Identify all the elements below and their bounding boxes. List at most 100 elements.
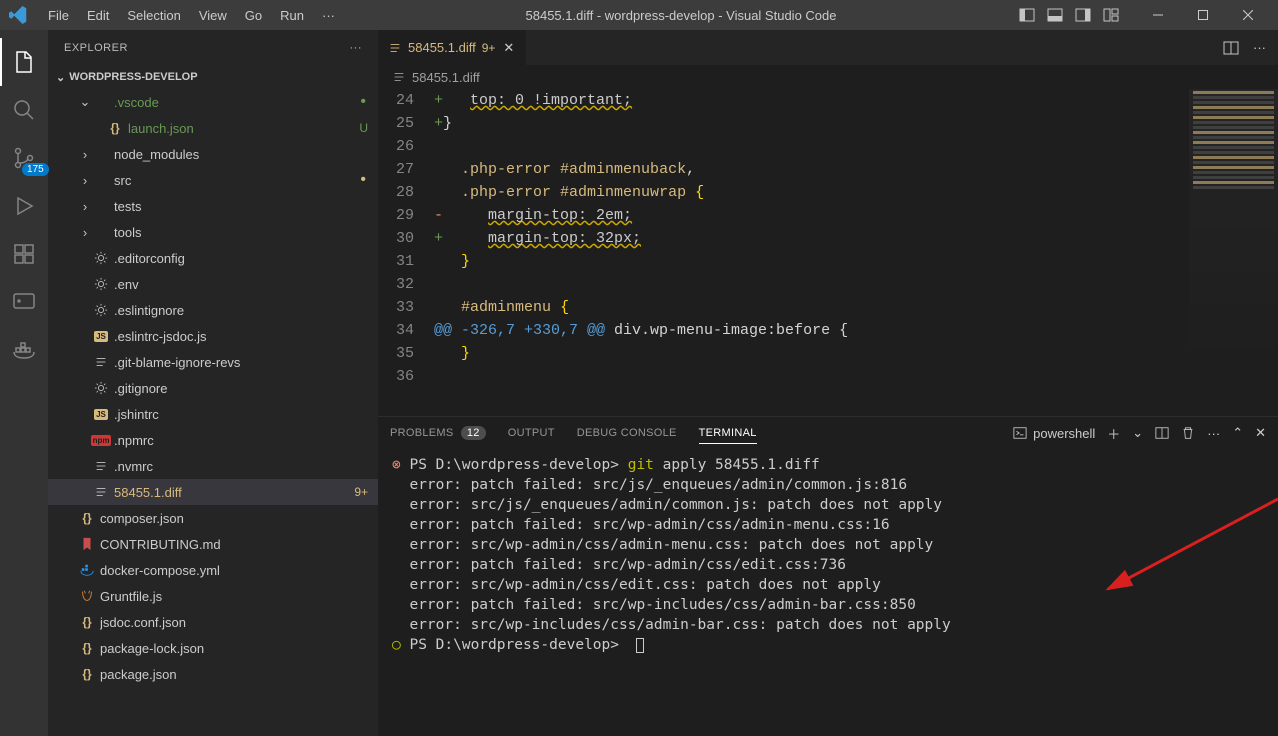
folder-item[interactable]: ›tools — [48, 219, 378, 245]
file-icon: JS — [92, 331, 110, 342]
toggle-panel-bottom-icon[interactable] — [1047, 7, 1063, 23]
chevron-icon: › — [78, 199, 92, 214]
code-editor[interactable]: 24252627282930313233343536 + top: 0 !imp… — [378, 89, 1278, 416]
activity-docker[interactable] — [0, 326, 48, 374]
main-menu: File Edit Selection View Go Run ··· — [40, 4, 343, 27]
customize-layout-icon[interactable] — [1103, 7, 1119, 23]
layout-controls — [1019, 7, 1119, 23]
split-editor-icon[interactable] — [1223, 40, 1239, 56]
project-header[interactable]: ⌄ WORDPRESS-DEVELOP — [48, 65, 378, 89]
item-label: .eslintrc-jsdoc.js — [114, 329, 378, 344]
file-item[interactable]: docker-compose.yml — [48, 557, 378, 583]
menu-selection[interactable]: Selection — [119, 4, 188, 27]
toggle-panel-right-icon[interactable] — [1075, 7, 1091, 23]
item-label: .jshintrc — [114, 407, 378, 422]
panel-tab-debug-console[interactable]: DEBUG CONSOLE — [577, 423, 677, 443]
file-item[interactable]: CONTRIBUTING.md — [48, 531, 378, 557]
file-item[interactable]: {}composer.json — [48, 505, 378, 531]
item-label: .vscode — [114, 95, 360, 110]
git-status-tag: U — [359, 121, 368, 135]
file-item[interactable]: npm.npmrc — [48, 427, 378, 453]
panel-tab-terminal[interactable]: TERMINAL — [699, 423, 757, 444]
minimize-icon[interactable] — [1135, 0, 1180, 30]
tab-close-icon[interactable]: ✕ — [501, 40, 516, 56]
file-item[interactable]: {}package-lock.json — [48, 635, 378, 661]
chevron-down-icon: ⌄ — [56, 71, 65, 84]
explorer-header: EXPLORER ··· — [48, 30, 378, 65]
folder-item[interactable]: › tests — [48, 193, 378, 219]
close-icon[interactable] — [1225, 0, 1270, 30]
chevron-icon: › — [78, 225, 92, 240]
activity-source-control[interactable]: 175 — [0, 134, 48, 182]
item-label: src — [114, 173, 360, 188]
terminal-dropdown-icon[interactable]: ⌄ — [1132, 425, 1143, 441]
maximize-panel-icon[interactable]: ⌃ — [1232, 425, 1243, 441]
file-item[interactable]: .env — [48, 271, 378, 297]
file-item[interactable]: {}package.json — [48, 661, 378, 687]
file-item[interactable]: .nvmrc — [48, 453, 378, 479]
editor-more-icon[interactable]: ··· — [1253, 40, 1266, 56]
tab-diff-file[interactable]: 58455.1.diff 9+ ✕ — [378, 30, 526, 65]
breadcrumb[interactable]: 58455.1.diff — [378, 65, 1278, 89]
file-icon — [92, 355, 110, 369]
panel-tab-output[interactable]: OUTPUT — [508, 423, 555, 443]
menu-run[interactable]: Run — [272, 4, 312, 27]
folder-item[interactable]: ⌄.vscode• — [48, 89, 378, 115]
folder-item[interactable]: ›src• — [48, 167, 378, 193]
file-item[interactable]: Gruntfile.js — [48, 583, 378, 609]
menu-file[interactable]: File — [40, 4, 77, 27]
item-label: composer.json — [100, 511, 378, 526]
kill-terminal-icon[interactable] — [1181, 426, 1195, 440]
scm-badge: 175 — [22, 163, 49, 176]
file-item[interactable]: JS .eslintrc-jsdoc.js — [48, 323, 378, 349]
activity-extensions[interactable] — [0, 230, 48, 278]
activity-search[interactable] — [0, 86, 48, 134]
activity-run-debug[interactable] — [0, 182, 48, 230]
file-item[interactable]: .git-blame-ignore-revs — [48, 349, 378, 375]
modified-dot-icon: • — [360, 93, 366, 111]
project-name: WORDPRESS-DEVELOP — [69, 71, 197, 83]
toggle-panel-left-icon[interactable] — [1019, 7, 1035, 23]
split-terminal-icon[interactable] — [1155, 426, 1169, 440]
activity-explorer[interactable] — [0, 38, 48, 86]
editor-area: 58455.1.diff 9+ ✕ ··· 58455.1.diff 24252… — [378, 30, 1278, 736]
file-item[interactable]: .eslintignore — [48, 297, 378, 323]
file-icon: npm — [92, 435, 110, 446]
item-label: .editorconfig — [114, 251, 378, 266]
file-item[interactable]: {} jsdoc.conf.json — [48, 609, 378, 635]
maximize-icon[interactable] — [1180, 0, 1225, 30]
terminal-output[interactable]: ⊗ PS D:\wordpress-develop> git apply 584… — [378, 449, 1278, 736]
item-label: Gruntfile.js — [100, 589, 378, 604]
menu-overflow[interactable]: ··· — [314, 4, 343, 27]
file-item[interactable]: {}launch.jsonU — [48, 115, 378, 141]
terminal-profile[interactable]: powershell — [1013, 426, 1095, 441]
file-icon — [78, 537, 96, 551]
lines-icon — [388, 41, 402, 55]
file-icon — [92, 459, 110, 473]
file-item[interactable]: JS .jshintrc — [48, 401, 378, 427]
new-terminal-icon[interactable]: ＋ — [1107, 424, 1120, 443]
menu-view[interactable]: View — [191, 4, 235, 27]
file-icon: JS — [92, 409, 110, 420]
close-panel-icon[interactable]: ✕ — [1255, 425, 1266, 441]
item-label: docker-compose.yml — [100, 563, 378, 578]
explorer-more-icon[interactable]: ··· — [350, 42, 363, 54]
panel-more-icon[interactable]: ··· — [1207, 426, 1220, 441]
activity-remote[interactable] — [0, 278, 48, 326]
item-label: .env — [114, 277, 378, 292]
file-item[interactable]: .editorconfig — [48, 245, 378, 271]
file-icon — [78, 589, 96, 603]
file-item[interactable]: .gitignore — [48, 375, 378, 401]
folder-item[interactable]: ›node_modules — [48, 141, 378, 167]
item-label: tests — [114, 199, 378, 214]
lines-icon — [392, 70, 406, 84]
file-item[interactable]: 58455.1.diff9+ — [48, 479, 378, 505]
item-label: jsdoc.conf.json — [100, 615, 378, 630]
breadcrumb-file: 58455.1.diff — [412, 70, 480, 85]
menu-edit[interactable]: Edit — [79, 4, 117, 27]
file-icon: {} — [78, 615, 96, 629]
file-icon: {} — [106, 121, 124, 135]
menu-go[interactable]: Go — [237, 4, 270, 27]
panel-tab-problems[interactable]: PROBLEMS 12 — [390, 423, 486, 443]
minimap[interactable] — [1188, 89, 1278, 389]
